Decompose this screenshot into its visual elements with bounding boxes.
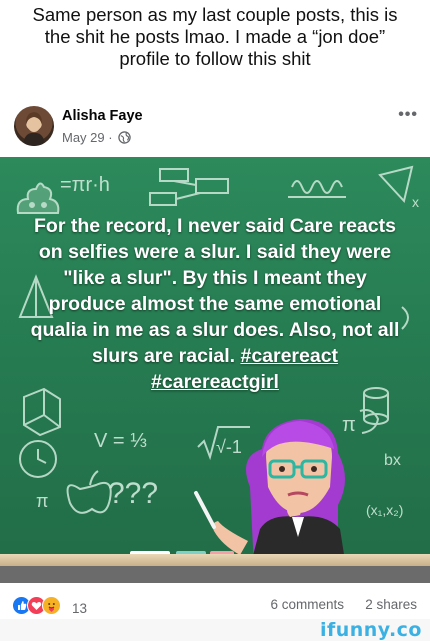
author-name[interactable]: Alisha Faye — [62, 108, 143, 124]
footer: ifunny.co — [0, 619, 430, 641]
floor — [0, 566, 430, 583]
doodle-pi-right: π — [342, 414, 356, 436]
ifunny-watermark: ifunny.co — [319, 619, 422, 641]
doodle-x: x — [412, 194, 419, 210]
comments-link[interactable]: 6 comments — [270, 597, 344, 612]
doodle-pi-left: π — [36, 491, 48, 511]
doodle-bx: bx — [384, 452, 401, 469]
more-horizontal-icon[interactable]: ••• — [398, 106, 418, 124]
doodle-volume: V = ⅓ — [94, 430, 147, 452]
post-text-body: For the record, I never said Care reacts… — [30, 215, 400, 367]
avatar[interactable] — [14, 106, 54, 146]
shares-link[interactable]: 2 shares — [365, 597, 417, 612]
doodle-xpair: (x₁,x₂) — [366, 502, 403, 518]
post-header: Alisha Faye May 29 · ••• — [12, 104, 418, 150]
post-meta: May 29 · — [62, 130, 131, 147]
doodle-sqrt: √-1 — [216, 437, 242, 457]
post-date[interactable]: May 29 · — [62, 130, 113, 145]
reaction-count: 13 — [72, 601, 88, 616]
doodle-question-marks: ??? — [108, 477, 158, 510]
post-text: For the record, I never said Care reacts… — [30, 213, 400, 395]
hashtag-carereact[interactable]: #carereact — [240, 345, 338, 367]
post-reactions-bar: 13 6 comments 2 shares — [0, 592, 430, 618]
doodle-formula: =πr·h — [60, 174, 110, 196]
post-image-background: =πr·h V = ⅓ √-1 ??? π π bx (x₁,x₂) x For… — [0, 157, 430, 583]
care-icon — [42, 596, 61, 615]
chalk-tray — [0, 554, 430, 566]
globe-icon — [118, 131, 131, 147]
hashtag-carereactgirl[interactable]: #carereactgirl — [151, 371, 279, 393]
post-caption: Same person as my last couple posts, thi… — [32, 4, 398, 69]
